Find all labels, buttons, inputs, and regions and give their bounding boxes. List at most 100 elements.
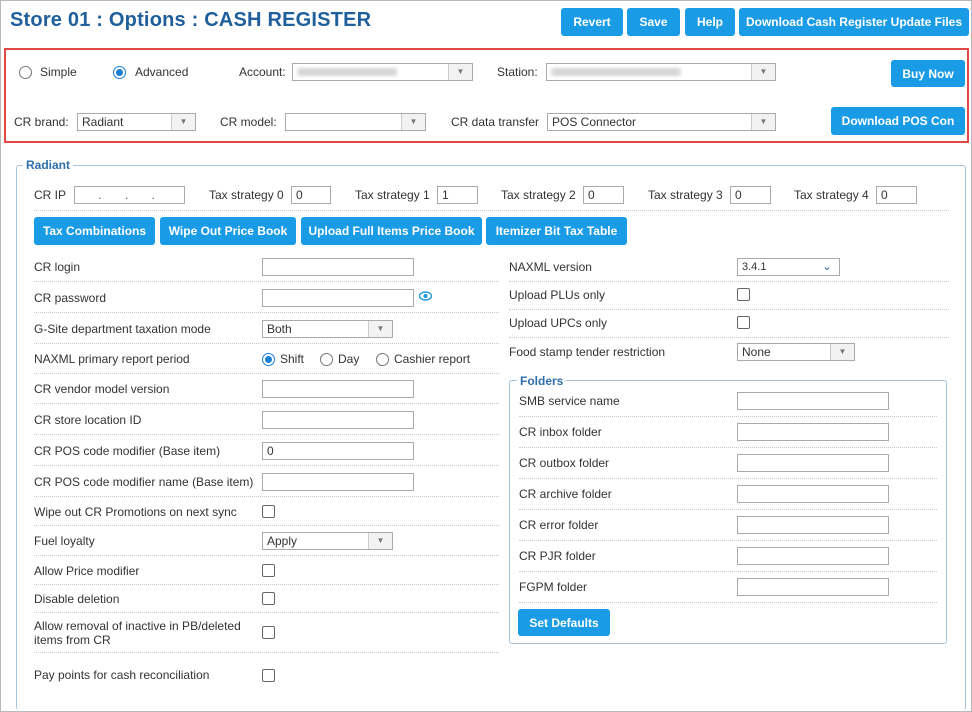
fuel-loyalty-select[interactable]: Apply ▼ <box>262 532 393 550</box>
period-shift-label: Shift <box>280 352 305 366</box>
upload-upcs-checkbox[interactable] <box>737 316 750 329</box>
buy-now-button[interactable]: Buy Now <box>891 60 965 87</box>
smb-service-input[interactable] <box>737 392 889 410</box>
fuel-loyalty-label: Fuel loyalty <box>34 534 95 548</box>
archive-folder-label: CR archive folder <box>519 487 612 501</box>
disable-deletion-checkbox[interactable] <box>262 592 275 605</box>
outbox-folder-label: CR outbox folder <box>519 456 610 470</box>
food-stamp-value: None <box>742 345 771 359</box>
gsite-mode-select[interactable]: Both ▼ <box>262 320 393 338</box>
store-location-input[interactable] <box>262 411 414 429</box>
period-shift-radio[interactable] <box>262 353 275 366</box>
period-cashier-radio[interactable] <box>376 353 389 366</box>
set-defaults-button[interactable]: Set Defaults <box>518 609 610 636</box>
pjr-folder-input[interactable] <box>737 547 889 565</box>
wipe-out-price-book-button[interactable]: Wipe Out Price Book <box>160 217 296 245</box>
naxml-version-value: 3.4.1 <box>742 261 767 273</box>
account-redacted <box>297 68 397 76</box>
allow-price-modifier-label: Allow Price modifier <box>34 564 140 578</box>
vendor-model-input[interactable] <box>262 380 414 398</box>
fgpm-folder-input[interactable] <box>737 578 889 596</box>
tax-strategy-4-input[interactable]: 0 <box>876 186 917 204</box>
station-label: Station: <box>497 65 538 79</box>
divider <box>509 281 949 282</box>
divider <box>519 447 937 448</box>
divider <box>34 612 499 613</box>
cr-brand-label: CR brand: <box>14 115 69 129</box>
upload-upcs-label: Upload UPCs only <box>509 316 608 330</box>
food-stamp-select[interactable]: None ▼ <box>737 343 855 361</box>
error-folder-label: CR error folder <box>519 518 599 532</box>
divider <box>34 403 499 404</box>
station-redacted <box>551 68 681 76</box>
upload-full-items-button[interactable]: Upload Full Items Price Book <box>301 217 482 245</box>
account-select[interactable]: ▼ <box>292 63 473 81</box>
divider <box>34 525 499 526</box>
period-day-radio[interactable] <box>320 353 333 366</box>
cr-ip-input[interactable]: . . . <box>74 186 185 204</box>
pos-modifier-name-input[interactable] <box>262 473 414 491</box>
download-update-files-button[interactable]: Download Cash Register Update Files <box>739 8 969 36</box>
cr-brand-value: Radiant <box>82 115 124 129</box>
tax-strategy-3-input[interactable]: 0 <box>730 186 771 204</box>
station-select[interactable]: ▼ <box>546 63 776 81</box>
tax-strategy-1-input[interactable]: 1 <box>437 186 478 204</box>
wipe-promotions-checkbox[interactable] <box>262 505 275 518</box>
period-day-label: Day <box>338 352 360 366</box>
chevron-down-icon: ⌄ <box>815 259 839 275</box>
cr-model-select[interactable]: ▼ <box>285 113 426 131</box>
cr-data-transfer-label: CR data transfer <box>451 115 540 129</box>
mode-simple-label: Simple <box>40 65 77 79</box>
pos-modifier-input[interactable]: 0 <box>262 442 414 460</box>
wipe-promotions-label: Wipe out CR Promotions on next sync <box>34 505 237 519</box>
eye-icon[interactable] <box>418 290 433 304</box>
chevron-down-icon: ▼ <box>448 64 472 80</box>
tax-strategy-0-input[interactable]: 0 <box>291 186 331 204</box>
pay-points-checkbox[interactable] <box>262 669 275 682</box>
naxml-version-label: NAXML version <box>509 260 592 274</box>
cr-ip-label: CR IP <box>34 188 67 202</box>
divider <box>519 509 937 510</box>
tax-combinations-button[interactable]: Tax Combinations <box>34 217 155 245</box>
fgpm-folder-label: FGPM folder <box>519 580 588 594</box>
archive-folder-input[interactable] <box>737 485 889 503</box>
allow-price-modifier-checkbox[interactable] <box>262 564 275 577</box>
divider <box>519 571 937 572</box>
divider <box>34 434 499 435</box>
account-label: Account: <box>239 65 286 79</box>
pjr-folder-label: CR PJR folder <box>519 549 596 563</box>
pos-modifier-label: CR POS code modifier (Base item) <box>34 444 221 458</box>
divider <box>34 465 499 466</box>
naxml-version-select[interactable]: 3.4.1 ⌄ <box>737 258 840 276</box>
itemizer-bit-tax-table-button[interactable]: Itemizer Bit Tax Table <box>486 217 627 245</box>
cr-data-transfer-select[interactable]: POS Connector ▼ <box>547 113 776 131</box>
cr-brand-select[interactable]: Radiant ▼ <box>77 113 196 131</box>
upload-plus-checkbox[interactable] <box>737 288 750 301</box>
cr-password-input[interactable] <box>262 289 414 307</box>
food-stamp-label: Food stamp tender restriction <box>509 345 666 359</box>
inbox-folder-input[interactable] <box>737 423 889 441</box>
cr-login-input[interactable] <box>262 258 414 276</box>
allow-removal-label-line1: Allow removal of inactive in PB/deleted <box>34 619 241 633</box>
chevron-down-icon: ▼ <box>751 114 775 130</box>
mode-advanced-radio[interactable] <box>113 66 126 79</box>
allow-removal-checkbox[interactable] <box>262 626 275 639</box>
tax-strategy-1-label: Tax strategy 1 <box>355 188 430 202</box>
outbox-folder-input[interactable] <box>737 454 889 472</box>
mode-simple-radio[interactable] <box>19 66 32 79</box>
help-button[interactable]: Help <box>685 8 735 36</box>
tax-strategy-2-input[interactable]: 0 <box>583 186 624 204</box>
revert-button[interactable]: Revert <box>561 8 623 36</box>
chevron-down-icon: ▼ <box>171 114 195 130</box>
tax-strategy-2-label: Tax strategy 2 <box>501 188 576 202</box>
download-pos-connector-button[interactable]: Download POS Con <box>831 107 965 135</box>
gsite-mode-value: Both <box>267 322 292 336</box>
divider <box>519 602 937 603</box>
radiant-legend: Radiant <box>23 158 74 172</box>
error-folder-input[interactable] <box>737 516 889 534</box>
naxml-period-label: NAXML primary report period <box>34 352 190 366</box>
save-button[interactable]: Save <box>627 8 680 36</box>
divider <box>509 309 949 310</box>
window-frame: Store 01 : Options : CASH REGISTER Rever… <box>0 0 972 712</box>
folders-legend: Folders <box>517 374 567 388</box>
